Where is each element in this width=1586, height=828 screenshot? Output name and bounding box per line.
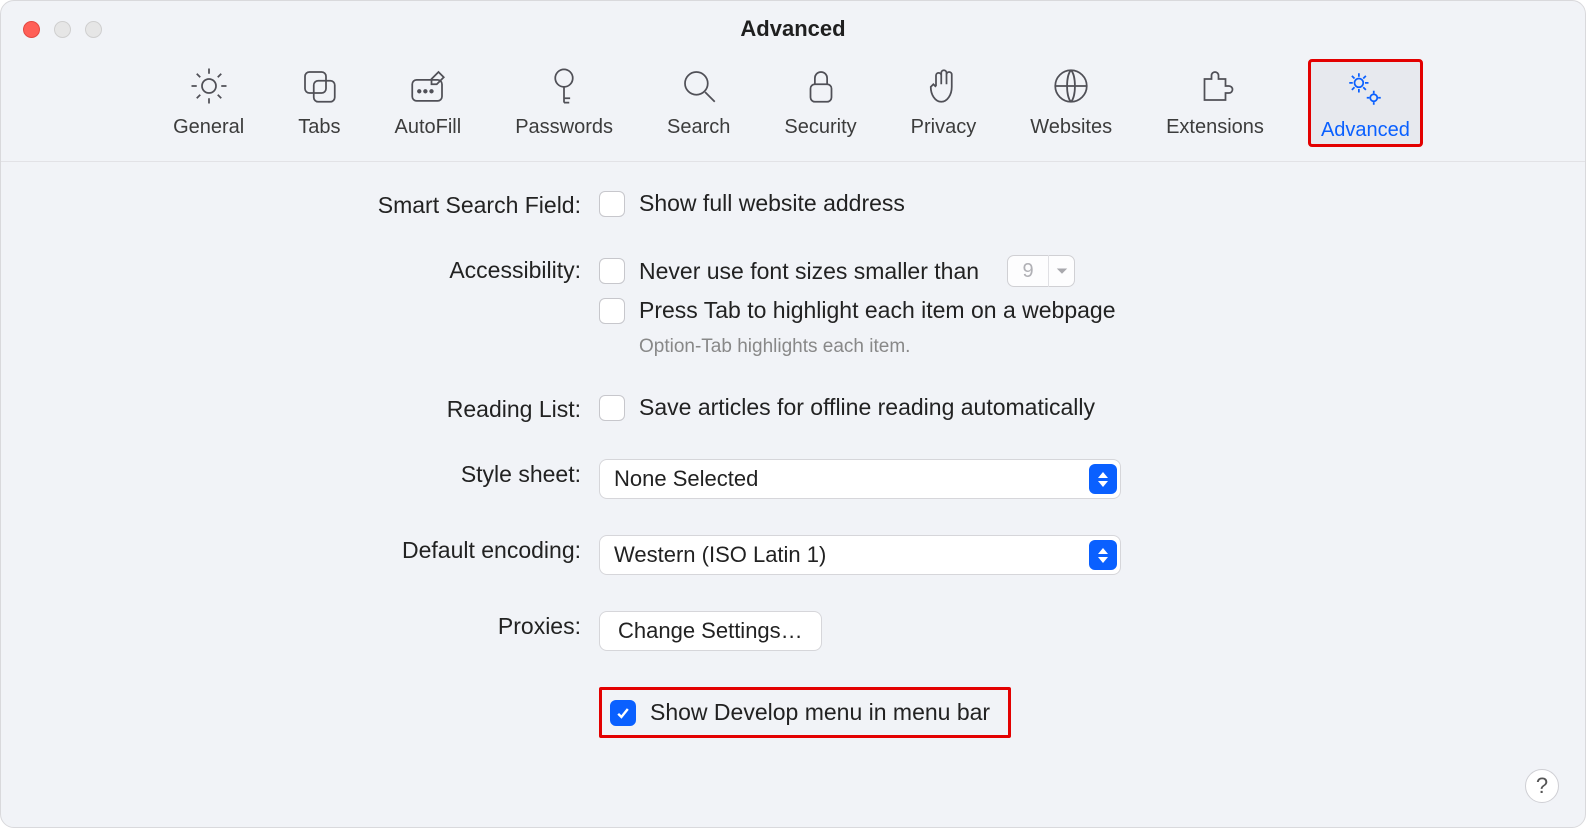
style-sheet-row: Style sheet: None Selected <box>41 459 1545 499</box>
tab-label: Search <box>667 116 730 139</box>
option-tab-hint: Option-Tab highlights each item. <box>639 336 1116 358</box>
help-button[interactable]: ? <box>1525 769 1559 803</box>
min-font-size-stepper[interactable]: 9 <box>1007 255 1075 287</box>
tab-security[interactable]: Security <box>774 59 866 147</box>
advanced-pane: Smart Search Field: Show full website ad… <box>1 162 1585 827</box>
style-sheet-dropdown[interactable]: None Selected <box>599 459 1121 499</box>
tab-label: Extensions <box>1166 116 1264 139</box>
updown-arrows-icon <box>1089 540 1117 570</box>
smart-search-label: Smart Search Field: <box>41 190 581 219</box>
never-smaller-label: Never use font sizes smaller than <box>639 258 979 285</box>
gear-icon <box>188 65 230 112</box>
change-settings-label: Change Settings… <box>618 618 803 644</box>
style-sheet-label: Style sheet: <box>41 459 581 488</box>
accessibility-label: Accessibility: <box>41 255 581 284</box>
tab-label: Tabs <box>298 116 340 139</box>
window-title: Advanced <box>740 16 845 42</box>
show-develop-checkbox[interactable] <box>610 700 636 726</box>
default-encoding-row: Default encoding: Western (ISO Latin 1) <box>41 535 1545 575</box>
tab-passwords[interactable]: Passwords <box>505 59 623 147</box>
puzzle-icon <box>1194 65 1236 112</box>
never-smaller-checkbox[interactable] <box>599 258 625 284</box>
tab-label: Security <box>784 116 856 139</box>
preferences-window: Advanced General Tabs AutoFill Passwords… <box>0 0 1586 828</box>
tab-label: Advanced <box>1321 119 1410 142</box>
close-window-button[interactable] <box>23 21 40 38</box>
tab-advanced[interactable]: Advanced <box>1308 59 1423 147</box>
show-full-address-checkbox[interactable] <box>599 191 625 217</box>
key-icon <box>543 65 585 112</box>
traffic-lights <box>23 21 102 38</box>
proxies-label: Proxies: <box>41 611 581 640</box>
min-font-size-value: 9 <box>1008 260 1048 283</box>
accessibility-row: Accessibility: Never use font sizes smal… <box>41 255 1545 358</box>
default-encoding-label: Default encoding: <box>41 535 581 564</box>
reading-list-label: Reading List: <box>41 394 581 423</box>
hand-icon <box>922 65 964 112</box>
preferences-toolbar: General Tabs AutoFill Passwords Search S… <box>1 57 1585 162</box>
tab-label: AutoFill <box>394 116 461 139</box>
reading-list-row: Reading List: Save articles for offline … <box>41 394 1545 423</box>
search-icon <box>678 65 720 112</box>
change-settings-button[interactable]: Change Settings… <box>599 611 822 651</box>
tab-label: Passwords <box>515 116 613 139</box>
save-offline-checkbox[interactable] <box>599 395 625 421</box>
minimize-window-button[interactable] <box>54 21 71 38</box>
smart-search-row: Smart Search Field: Show full website ad… <box>41 190 1545 219</box>
gears-icon <box>1344 68 1386 115</box>
tab-label: General <box>173 116 244 139</box>
develop-highlight-box: Show Develop menu in menu bar <box>599 687 1011 738</box>
show-develop-label: Show Develop menu in menu bar <box>650 699 990 726</box>
develop-row: Show Develop menu in menu bar <box>41 687 1545 738</box>
zoom-window-button[interactable] <box>85 21 102 38</box>
tab-tabs[interactable]: Tabs <box>288 59 350 147</box>
tab-search[interactable]: Search <box>657 59 740 147</box>
tab-websites[interactable]: Websites <box>1020 59 1122 147</box>
tab-autofill[interactable]: AutoFill <box>384 59 471 147</box>
proxies-row: Proxies: Change Settings… <box>41 611 1545 651</box>
save-offline-label: Save articles for offline reading automa… <box>639 394 1095 421</box>
tab-label: Privacy <box>911 116 977 139</box>
globe-icon <box>1050 65 1092 112</box>
default-encoding-dropdown[interactable]: Western (ISO Latin 1) <box>599 535 1121 575</box>
style-sheet-value: None Selected <box>614 466 758 492</box>
tab-label: Websites <box>1030 116 1112 139</box>
show-full-address-label: Show full website address <box>639 190 905 217</box>
press-tab-label: Press Tab to highlight each item on a we… <box>639 297 1116 324</box>
chevron-down-icon[interactable] <box>1048 255 1074 287</box>
help-label: ? <box>1536 773 1548 799</box>
tab-privacy[interactable]: Privacy <box>901 59 987 147</box>
tab-extensions[interactable]: Extensions <box>1156 59 1274 147</box>
pencil-box-icon <box>407 65 449 112</box>
tab-general[interactable]: General <box>163 59 254 147</box>
default-encoding-value: Western (ISO Latin 1) <box>614 542 826 568</box>
lock-icon <box>800 65 842 112</box>
press-tab-checkbox[interactable] <box>599 298 625 324</box>
titlebar: Advanced <box>1 1 1585 57</box>
updown-arrows-icon <box>1089 464 1117 494</box>
tabs-icon <box>298 65 340 112</box>
